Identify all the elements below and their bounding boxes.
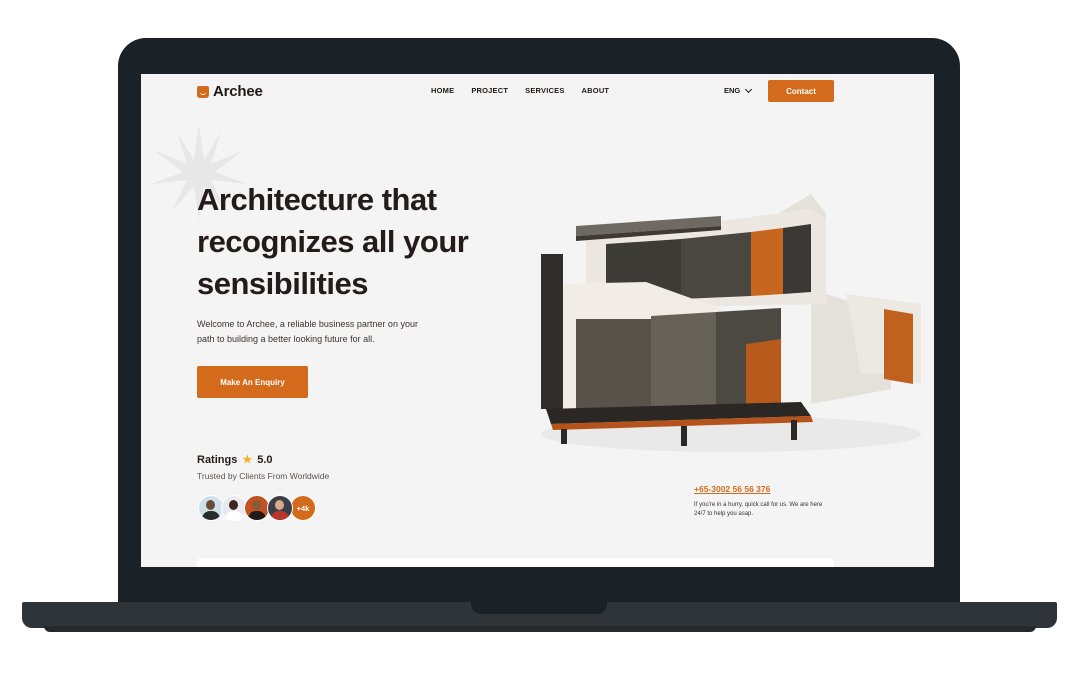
client-avatars: +4k (198, 495, 316, 521)
hero-headline: Architecture that recognizes all your se… (197, 179, 527, 305)
ratings-label: Ratings (197, 453, 238, 466)
bottom-card (197, 558, 834, 567)
headline-line: sensibilities (197, 266, 368, 301)
nav-item-services[interactable]: SERVICES (525, 86, 564, 95)
language-label: ENG (724, 86, 741, 95)
brand-name: Archee (213, 83, 263, 100)
hero-subtext: Welcome to Archee, a reliable business p… (197, 317, 442, 347)
main-nav: HOME PROJECT SERVICES ABOUT (431, 86, 609, 95)
logo-icon (197, 85, 209, 98)
language-selector[interactable]: ENG (724, 85, 753, 95)
browser-screen: Archee HOME PROJECT SERVICES ABOUT ENG C… (141, 74, 934, 567)
ratings-row: Ratings ★ 5.0 (197, 453, 273, 467)
star-icon: ★ (242, 454, 253, 466)
headline-line: recognizes all your (197, 224, 469, 259)
phone-link[interactable]: +65-3002 56 56 376 (694, 484, 770, 494)
brand-logo[interactable]: Archee (197, 83, 263, 100)
contact-button[interactable]: Contact (768, 80, 834, 102)
nav-item-about[interactable]: ABOUT (582, 86, 610, 95)
contact-note: If you're in a hurry, quick call for us.… (694, 501, 839, 519)
ratings-score: 5.0 (257, 453, 273, 466)
subtext-line: path to building a better looking future… (197, 334, 375, 344)
laptop-base-foot (44, 626, 1036, 632)
headline-line: Architecture that (197, 182, 437, 217)
contact-note-line: If you're in a hurry, quick call for us.… (694, 502, 823, 508)
subtext-line: Welcome to Archee, a reliable business p… (197, 319, 418, 329)
house-image (541, 194, 921, 452)
more-clients-badge: +4k (290, 495, 316, 521)
laptop-notch (471, 602, 607, 614)
nav-item-project[interactable]: PROJECT (471, 86, 508, 95)
trusted-text: Trusted by Clients From Worldwide (197, 471, 330, 481)
chevron-down-icon (745, 85, 753, 93)
avatar (267, 495, 293, 521)
make-enquiry-button[interactable]: Make An Enquiry (197, 366, 308, 398)
contact-note-line: 24/7 to help you asap. (694, 511, 754, 517)
nav-item-home[interactable]: HOME (431, 86, 454, 95)
